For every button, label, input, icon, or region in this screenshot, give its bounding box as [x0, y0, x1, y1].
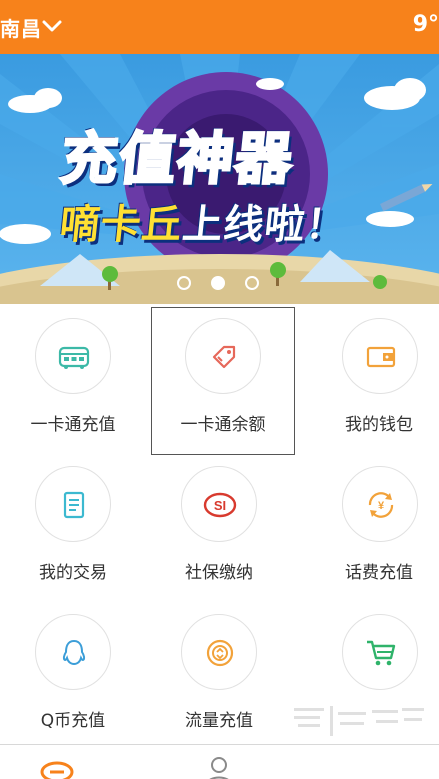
service-icon-circle [35, 614, 111, 690]
service-grid: 一卡通充值 一卡通余额 我的钱包 我的交易 SI 社保缴纳 ¥ 话费充值 Q币充… [0, 304, 439, 744]
service-card-card-balance[interactable]: 一卡通余额 [151, 307, 295, 455]
social-security-icon: SI [203, 492, 237, 518]
service-card-data-recharge[interactable]: 流量充值 [146, 600, 292, 748]
banner-subtitle-rest: 上线啦！ [180, 202, 349, 248]
service-icon-circle [181, 614, 257, 690]
svg-text:SI: SI [214, 498, 226, 513]
watermark-image [294, 706, 424, 736]
chevron-down-icon[interactable] [40, 14, 64, 38]
banner-title: 充值神器 [57, 126, 299, 194]
tag-icon [212, 345, 236, 369]
service-icon-circle [185, 318, 261, 394]
service-label: 一卡通余额 [180, 415, 266, 435]
service-icon-circle: SI [181, 466, 257, 542]
banner-pagination [0, 276, 439, 296]
service-card-card-recharge[interactable]: 一卡通充值 [0, 304, 146, 452]
bottom-tab-bar [0, 744, 439, 779]
phone-recharge-icon: ¥ [368, 492, 394, 518]
service-card-wallet[interactable]: 我的钱包 [300, 304, 439, 452]
service-label: 社保缴纳 [185, 563, 253, 583]
document-icon [63, 491, 85, 519]
service-label: 我的钱包 [345, 415, 413, 435]
svg-text:¥: ¥ [378, 500, 385, 512]
service-icon-circle [342, 614, 418, 690]
service-label: 我的交易 [39, 563, 107, 583]
pagination-dot[interactable] [177, 276, 191, 290]
service-label: 一卡通充值 [30, 415, 116, 435]
city-selector-label[interactable]: 南昌 [0, 13, 42, 42]
cart-icon [367, 640, 396, 666]
user-icon[interactable] [202, 755, 236, 779]
banner-subtitle-highlight: 嘀卡丘 [57, 202, 185, 248]
promo-banner[interactable]: 充值神器 嘀卡丘上线啦！ [0, 54, 439, 304]
service-card-qq-coins[interactable]: Q币充值 [0, 600, 146, 748]
service-label: 流量充值 [185, 711, 253, 731]
service-icon-circle: ¥ [342, 466, 418, 542]
qq-icon [62, 639, 86, 666]
service-card-social-security[interactable]: SI 社保缴纳 [146, 452, 292, 600]
pagination-dot[interactable] [245, 276, 259, 290]
service-icon-circle [342, 318, 418, 394]
bus-icon [58, 346, 90, 369]
home-logo-icon[interactable] [40, 755, 74, 779]
banner-subtitle: 嘀卡丘上线啦！ [57, 192, 350, 250]
data-traffic-icon [206, 639, 234, 667]
service-card-phone-recharge[interactable]: ¥ 话费充值 [300, 452, 439, 600]
wallet-icon [366, 346, 396, 368]
service-label: Q币充值 [40, 711, 106, 731]
pagination-dot-active[interactable] [211, 276, 225, 290]
service-card-transactions[interactable]: 我的交易 [0, 452, 146, 600]
top-bar: 南昌 9° [0, 0, 439, 54]
service-icon-circle [35, 318, 111, 394]
service-label: 话费充值 [345, 563, 413, 583]
service-icon-circle [35, 466, 111, 542]
weather-temperature: 9° [412, 12, 439, 37]
